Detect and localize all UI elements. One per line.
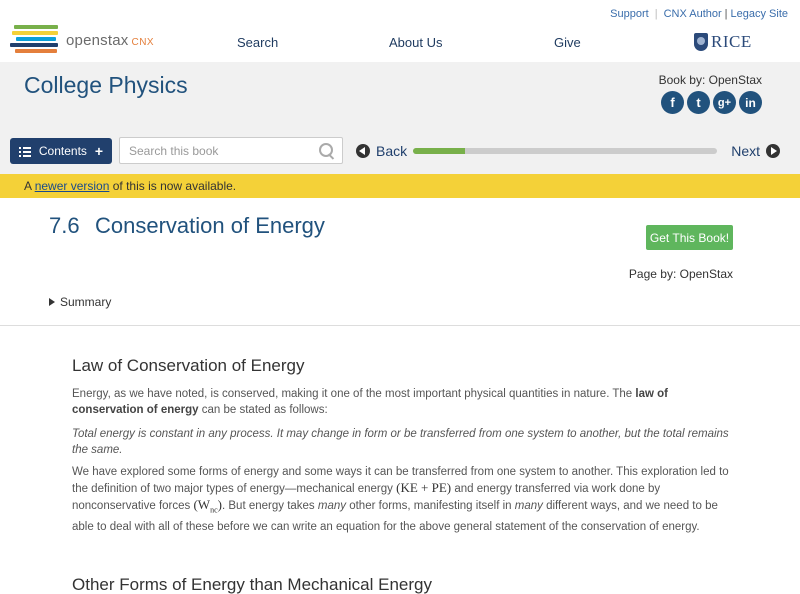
emphasis: many xyxy=(514,500,543,512)
site-header: openstax CNX Support | CNX Author | Legac… xyxy=(0,0,800,62)
openstax-logo[interactable]: openstax CNX xyxy=(10,24,180,56)
cnx-author-link[interactable]: CNX Author xyxy=(664,8,722,20)
page-by: Page by: OpenStax xyxy=(628,267,733,281)
search-input[interactable] xyxy=(120,143,316,158)
book-toolbar: Contents + Back Next xyxy=(0,127,800,174)
nav-give[interactable]: Give xyxy=(554,35,581,50)
book-stack-icon xyxy=(10,25,60,55)
progress-fill xyxy=(413,148,465,154)
italic-statement: Total energy is constant in any process.… xyxy=(72,428,729,456)
divider: | xyxy=(654,8,658,20)
book-by: Book by: OpenStax xyxy=(658,73,762,87)
math-expression: (KE + PE) xyxy=(396,480,452,495)
nav-about-us[interactable]: About Us xyxy=(389,35,442,50)
logo-wordmark: openstax CNX xyxy=(66,31,155,49)
page-title: Conservation of Energy xyxy=(95,213,325,238)
section-number: 7.6 xyxy=(49,213,80,238)
back-button[interactable]: Back xyxy=(356,143,407,159)
newer-version-link[interactable]: newer version xyxy=(35,179,110,193)
banner-suffix: of this is now available. xyxy=(112,179,237,193)
search-icon[interactable] xyxy=(318,142,336,160)
rice-wordmark: RICE xyxy=(711,32,752,51)
divider: | xyxy=(724,8,728,20)
triangle-right-icon xyxy=(49,298,55,306)
rice-crest-icon xyxy=(694,33,708,51)
back-label: Back xyxy=(376,143,408,159)
math-expression: (Wnc) xyxy=(193,497,222,515)
summary-toggle[interactable]: Summary xyxy=(49,295,111,309)
page-header: 7.6 Conservation of Energy Get This Book… xyxy=(0,198,800,326)
text: Energy, as we have noted, is conserved, … xyxy=(72,388,633,400)
google-plus-icon[interactable]: g+ xyxy=(713,91,736,114)
text: . But energy takes xyxy=(221,500,315,512)
rice-logo[interactable]: RICE xyxy=(694,32,752,52)
linkedin-icon[interactable]: in xyxy=(739,91,762,114)
support-link[interactable]: Support xyxy=(610,8,649,20)
paragraph: We have explored some forms of energy an… xyxy=(72,464,732,535)
next-button[interactable]: Next xyxy=(731,143,780,159)
back-arrow-icon xyxy=(356,144,370,158)
nav-search[interactable]: Search xyxy=(237,35,278,50)
text: can be stated as follows: xyxy=(201,404,328,416)
newer-version-banner: A newer version of this is now available… xyxy=(0,174,800,198)
paragraph: Energy, as we have noted, is conserved, … xyxy=(72,386,732,418)
paragraph-statement: Total energy is constant in any process.… xyxy=(72,426,732,458)
plus-icon: + xyxy=(94,143,104,159)
contents-button[interactable]: Contents + xyxy=(10,138,112,164)
contents-label: Contents xyxy=(38,144,87,158)
social-share: f t g+ in xyxy=(661,91,762,114)
book-search xyxy=(119,137,343,164)
reading-progress-bar xyxy=(413,148,717,154)
summary-label: Summary xyxy=(60,295,112,309)
twitter-icon[interactable]: t xyxy=(687,91,710,114)
book-title-band: College Physics Book by: OpenStax f t g+… xyxy=(0,62,800,127)
book-title[interactable]: College Physics xyxy=(24,72,188,99)
section-heading: Law of Conservation of Energy xyxy=(72,356,305,375)
next-arrow-icon xyxy=(766,144,780,158)
next-label: Next xyxy=(731,143,760,159)
utility-links: Support | CNX Author | Legacy Site xyxy=(610,8,788,20)
banner-prefix: A xyxy=(24,179,32,193)
emphasis: many xyxy=(317,500,347,512)
legacy-site-link[interactable]: Legacy Site xyxy=(731,8,788,20)
section-heading: Other Forms of Energy than Mechanical En… xyxy=(72,575,432,594)
get-this-book-button[interactable]: Get This Book! xyxy=(646,225,733,250)
text: other forms, manifesting itself in xyxy=(349,500,512,512)
list-icon xyxy=(18,146,31,157)
facebook-icon[interactable]: f xyxy=(661,91,684,114)
